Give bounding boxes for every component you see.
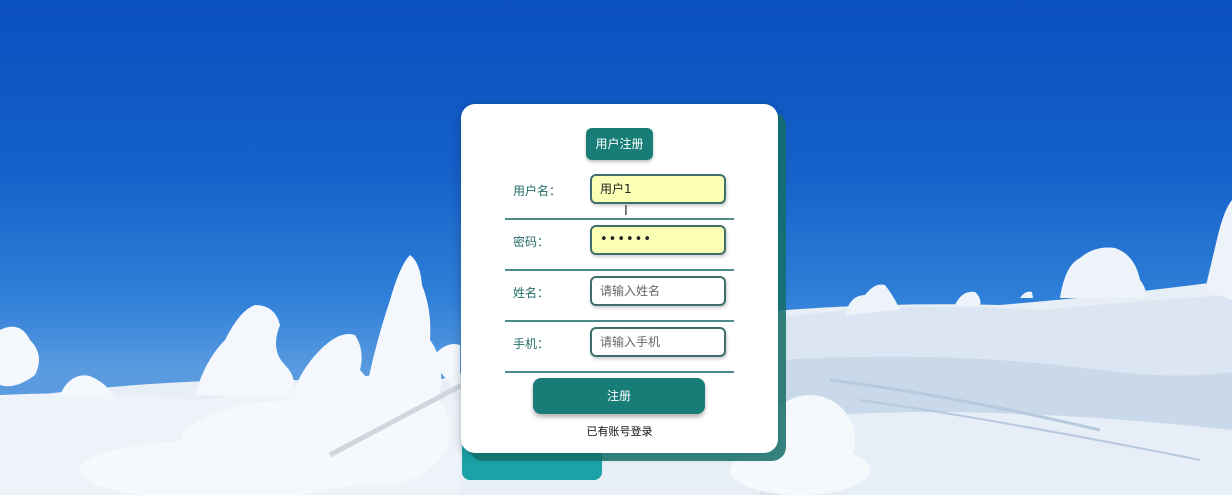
password-input[interactable]: ••••••	[590, 225, 726, 255]
login-link[interactable]: 已有账号登录	[461, 423, 778, 439]
register-title: 用户注册	[586, 128, 653, 160]
page-background: 用户注册 用户名： 用户1 密码： •••••• 姓名： 请输入姓名 手机： 请…	[0, 0, 1232, 495]
text-cursor-icon: I	[624, 204, 628, 219]
password-label: 密码：	[513, 235, 550, 249]
phone-label: 手机：	[513, 337, 550, 351]
password-row: 密码： ••••••	[505, 220, 734, 271]
register-button[interactable]: 注册	[533, 378, 705, 414]
register-card: 用户注册 用户名： 用户1 密码： •••••• 姓名： 请输入姓名 手机： 请…	[461, 104, 778, 453]
name-input[interactable]: 请输入姓名	[590, 276, 726, 306]
username-row: 用户名： 用户1	[505, 169, 734, 220]
phone-row: 手机： 请输入手机	[505, 322, 734, 373]
phone-input[interactable]: 请输入手机	[590, 327, 726, 357]
username-label: 用户名：	[513, 184, 562, 198]
name-label: 姓名：	[513, 286, 550, 300]
name-row: 姓名： 请输入姓名	[505, 271, 734, 322]
username-input[interactable]: 用户1	[590, 174, 726, 204]
